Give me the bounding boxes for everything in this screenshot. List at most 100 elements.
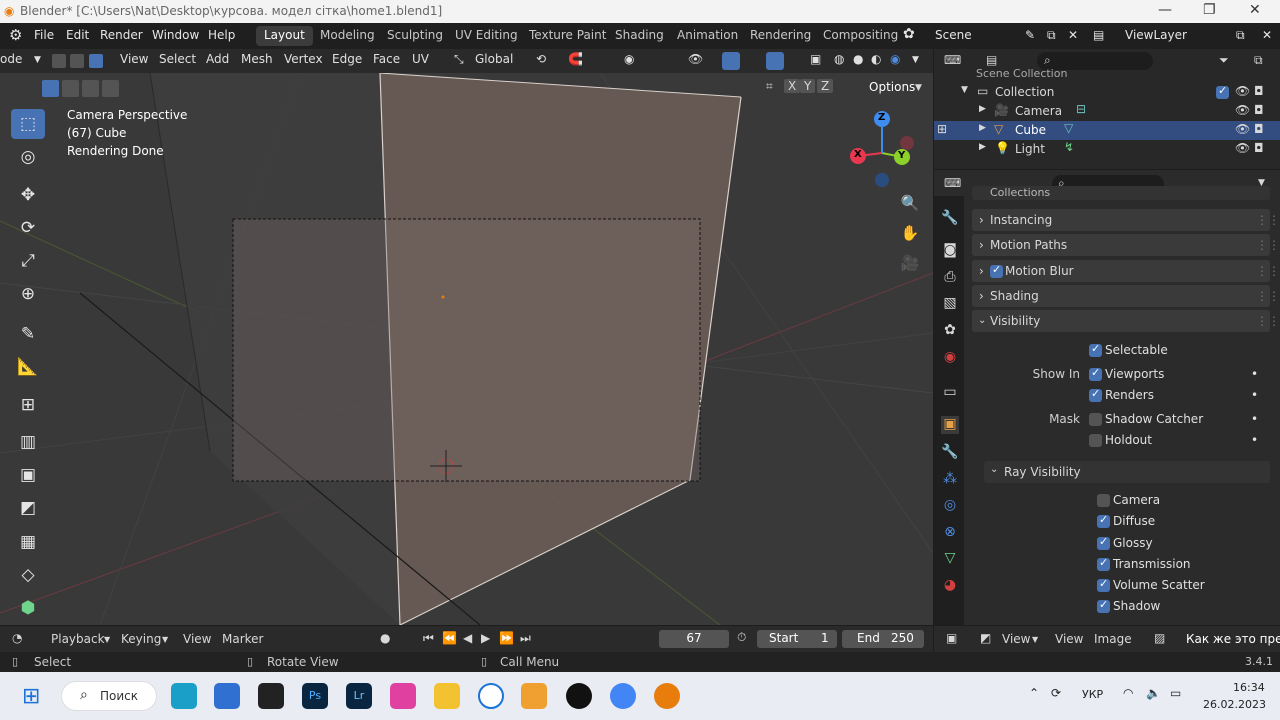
keyframe-dot-icon[interactable]: • (1251, 412, 1258, 426)
filter-icon[interactable]: ⏷ (1219, 53, 1229, 68)
stopwatch-icon[interactable]: ⏱ (737, 630, 746, 645)
select-mode-subtract-icon[interactable] (82, 80, 99, 97)
new-collection-icon[interactable]: ⧉ (1254, 53, 1263, 68)
ray-glossy-checkbox[interactable] (1097, 535, 1110, 550)
view-layer-tab-icon[interactable]: ▧ (941, 295, 959, 313)
object-tab-icon[interactable]: ▣ (941, 416, 959, 434)
outliner-item-light[interactable]: ▶ 💡 Light ↯ 👁 ◘ (934, 140, 1280, 159)
view-mode-icon[interactable]: ◩ (980, 631, 991, 645)
measure-tool-icon[interactable]: 📐 (11, 352, 45, 382)
windows-start-icon[interactable]: ⊞ (22, 684, 40, 709)
orientation-dropdown[interactable]: Global (475, 52, 513, 66)
panel-visibility[interactable]: ⌄ Visibility ⋮⋮ (972, 310, 1280, 332)
tab-modeling[interactable]: Modeling (312, 26, 383, 46)
extrude-tool-icon[interactable]: ▥ (11, 427, 45, 457)
menu-window[interactable]: Window (152, 28, 199, 42)
move-tool-icon[interactable]: ✥ (11, 180, 45, 210)
end-frame-field[interactable]: End 250 (842, 630, 924, 648)
keyframe-dot-icon[interactable]: • (1251, 388, 1258, 402)
panel-collections[interactable]: Collections (972, 186, 1270, 200)
photo-app-icon[interactable] (390, 683, 416, 709)
panel-shading[interactable]: › Shading ⋮⋮ (972, 285, 1280, 307)
menu-edit[interactable]: Edit (66, 28, 89, 42)
zoom-icon[interactable]: 🔍 (897, 190, 923, 216)
proportional-edit-icon[interactable]: ◉ (624, 52, 634, 66)
menu-vertex[interactable]: Vertex (284, 52, 323, 66)
panel-instancing[interactable]: › Instancing ⋮⋮ (972, 209, 1280, 231)
mode-dropdown[interactable]: ode (0, 52, 22, 66)
tiktok-icon[interactable] (566, 683, 592, 709)
axis-y-toggle[interactable]: Y (800, 79, 816, 93)
store-icon[interactable] (214, 683, 240, 709)
minimize-icon[interactable]: — (1158, 2, 1172, 18)
image-view-menu[interactable]: View (1055, 632, 1083, 646)
delete-view-layer-icon[interactable]: ✕ (1262, 28, 1272, 42)
image-browse-icon[interactable]: ▨ (1154, 631, 1165, 645)
subpanel-ray-visibility[interactable]: ⌄ Ray Visibility (984, 461, 1270, 483)
axis-z-toggle[interactable]: Z (817, 79, 834, 93)
annotate-tool-icon[interactable]: ✎ (11, 319, 45, 349)
clock-app-icon[interactable] (478, 683, 504, 709)
menu-add[interactable]: Add (206, 52, 229, 66)
jump-start-icon[interactable]: ⏮ (423, 631, 434, 646)
keyframe-dot-icon[interactable]: • (1251, 433, 1258, 447)
knife-tool-icon[interactable]: ◇ (11, 560, 45, 590)
motion-blur-checkbox[interactable] (990, 263, 1003, 278)
snap-icon[interactable]: 🧲 (568, 52, 583, 66)
pivot-icon[interactable]: ⟲ (536, 52, 546, 66)
menu-view[interactable]: View (120, 52, 148, 66)
menu-face[interactable]: Face (373, 52, 400, 66)
xray-icon[interactable]: ▣ (810, 52, 821, 66)
eye-icon[interactable]: 👁 (1235, 122, 1250, 136)
rendered-shading-icon[interactable]: ◉ (890, 52, 900, 66)
data-tab-icon[interactable]: ▽ (941, 550, 959, 568)
render-tab-icon[interactable]: ◙ (941, 242, 959, 260)
options-dropdown[interactable]: Options (869, 80, 915, 94)
display-mode-icon[interactable]: ▤ (986, 53, 997, 67)
volume-icon[interactable]: 🔈 (1146, 686, 1161, 700)
select-subtract-icon[interactable] (89, 54, 103, 68)
inset-tool-icon[interactable]: ▣ (11, 460, 45, 490)
battery-icon[interactable]: ▭ (1170, 686, 1181, 700)
collection-checkbox[interactable] (1216, 84, 1229, 99)
constraints-tab-icon[interactable]: ⊗ (941, 524, 959, 542)
gizmo-toggle-icon[interactable] (722, 52, 740, 70)
drag-handle-icon[interactable]: ⋮⋮ (1256, 314, 1280, 328)
scale-tool-icon[interactable]: ⤢ (11, 246, 45, 276)
tab-layout[interactable]: Layout (256, 26, 313, 46)
select-box-icon[interactable] (52, 54, 66, 68)
camera-render-icon[interactable]: ◘ (1254, 141, 1264, 155)
play-icon[interactable]: ▶ (481, 631, 490, 645)
expand-icon[interactable]: ▼ (961, 85, 968, 95)
clock-time[interactable]: 16:34 (1233, 681, 1265, 694)
transform-tool-icon[interactable]: ⊕ (11, 279, 45, 309)
blender-menu-icon[interactable]: ⚙ (9, 26, 22, 44)
add-cube-tool-icon[interactable]: ⊞ (11, 390, 45, 420)
holdout-checkbox[interactable] (1089, 434, 1102, 447)
pan-hand-icon[interactable]: ✋ (897, 220, 923, 246)
close-icon[interactable]: ✕ (1249, 2, 1261, 18)
drag-handle-icon[interactable]: ⋮⋮ (1256, 238, 1280, 252)
tab-shading[interactable]: Shading (607, 26, 672, 46)
clock-date[interactable]: 26.02.2023 (1203, 698, 1266, 711)
select-box-tool-icon[interactable]: ⬚ (11, 109, 45, 139)
pin-icon[interactable]: ✎ (1025, 28, 1035, 42)
photoshop-icon[interactable]: Ps (302, 683, 328, 709)
keying-menu[interactable]: Keying (121, 632, 161, 646)
file-explorer-icon[interactable] (434, 683, 460, 709)
chrome-icon[interactable] (610, 683, 636, 709)
tray-chevron-up-icon[interactable]: ⌃ (1029, 686, 1039, 700)
marker-menu[interactable]: Marker (222, 632, 263, 646)
gizmo-y-label[interactable]: Y (898, 150, 905, 161)
world-tab-icon[interactable]: ◉ (941, 349, 959, 367)
rotate-tool-icon[interactable]: ⟳ (11, 213, 45, 243)
jump-end-icon[interactable]: ⏭ (520, 631, 531, 646)
panel-motion-paths[interactable]: › Motion Paths ⋮⋮ (972, 234, 1280, 256)
new-view-layer-icon[interactable]: ⧉ (1236, 28, 1245, 43)
drag-handle-icon[interactable]: ⋮⋮ (1256, 213, 1280, 227)
ray-shadow-checkbox[interactable] (1097, 598, 1110, 613)
overlays-icon[interactable] (766, 52, 784, 70)
tool-tab-icon[interactable]: 🔧 (941, 210, 959, 228)
start-frame-field[interactable]: Start 1 (757, 630, 837, 648)
ray-camera-checkbox[interactable] (1097, 494, 1110, 507)
